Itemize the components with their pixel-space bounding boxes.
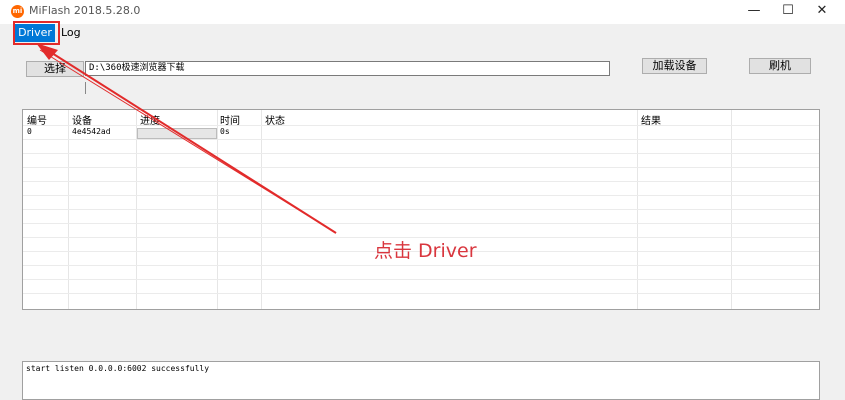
column-divider <box>261 110 262 309</box>
row-progress-bar <box>137 128 217 139</box>
column-divider <box>731 110 732 309</box>
row-divider <box>23 265 819 266</box>
annotation-highlight-box <box>13 21 60 45</box>
row-id: 0 <box>27 127 32 136</box>
window-title: MiFlash 2018.5.28.0 <box>29 4 141 17</box>
row-device: 4e4542ad <box>72 127 111 136</box>
row-divider <box>23 209 819 210</box>
rom-path-input[interactable]: D:\360极速浏览器下载 <box>85 61 610 76</box>
row-divider <box>23 125 819 126</box>
row-divider <box>23 139 819 140</box>
close-button[interactable]: ✕ <box>805 0 839 24</box>
column-divider <box>136 110 137 309</box>
row-divider <box>23 293 819 294</box>
row-divider <box>23 153 819 154</box>
flash-button[interactable]: 刷机 <box>749 58 811 74</box>
annotation-label: 点击 Driver <box>374 240 477 262</box>
column-divider <box>68 110 69 309</box>
device-table: 编号 设备 进度 时间 状态 结果 0 4e4542ad 0s <box>22 109 820 310</box>
select-folder-button[interactable]: 选择 <box>26 61 84 77</box>
menu-bar: Driver Log <box>0 24 845 42</box>
column-divider <box>637 110 638 309</box>
row-divider <box>23 181 819 182</box>
title-bar: mi MiFlash 2018.5.28.0 — ☐ ✕ <box>0 0 845 25</box>
row-divider <box>23 167 819 168</box>
row-divider <box>23 195 819 196</box>
maximize-button[interactable]: ☐ <box>771 0 805 24</box>
text-cursor <box>85 82 86 94</box>
minimize-button[interactable]: — <box>737 0 771 24</box>
row-time: 0s <box>220 127 230 136</box>
log-output: start listen 0.0.0.0:6002 successfully <box>22 361 820 400</box>
row-divider <box>23 279 819 280</box>
menu-log[interactable]: Log <box>61 24 81 42</box>
row-divider <box>23 223 819 224</box>
miflash-app-icon: mi <box>11 5 24 18</box>
load-device-button[interactable]: 加载设备 <box>642 58 707 74</box>
column-divider <box>217 110 218 309</box>
